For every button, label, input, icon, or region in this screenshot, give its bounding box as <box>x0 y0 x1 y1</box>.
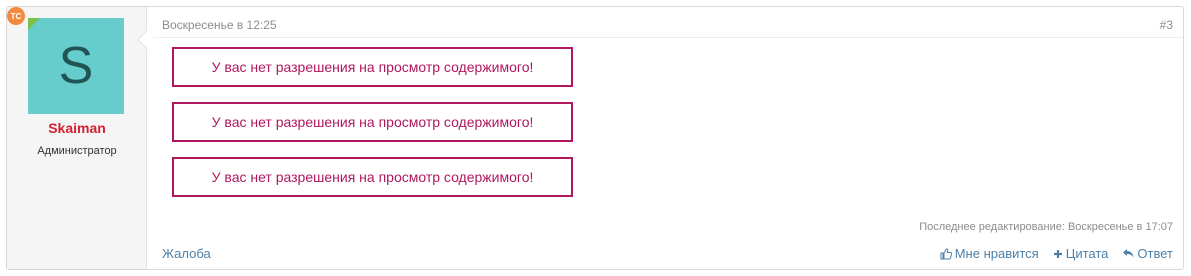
username-link[interactable]: Skaiman <box>7 120 147 136</box>
post-content: Воскресенье в 12:25 #3 У вас нет разреше… <box>148 7 1183 269</box>
post-permalink[interactable]: #3 <box>1160 18 1173 32</box>
avatar-letter: S <box>58 37 94 95</box>
plus-icon <box>1053 249 1063 259</box>
permission-notice: У вас нет разрешения на просмотр содержи… <box>172 157 573 197</box>
reply-label: Ответ <box>1137 246 1173 261</box>
forum-post: S Skaiman Администратор Воскресенье в 12… <box>6 6 1184 270</box>
permission-notice: У вас нет разрешения на просмотр содержи… <box>172 47 573 87</box>
avatar[interactable]: S <box>28 18 124 114</box>
thumbs-up-icon <box>940 247 952 260</box>
quote-button[interactable]: Цитата <box>1053 246 1109 261</box>
user-info-panel: S Skaiman Администратор <box>7 7 147 269</box>
report-link[interactable]: Жалоба <box>162 246 211 261</box>
post-date[interactable]: Воскресенье в 12:25 <box>162 18 277 32</box>
post-header: Воскресенье в 12:25 #3 <box>148 7 1183 38</box>
last-edited-note: Последнее редактирование: Воскресенье в … <box>919 221 1173 233</box>
reply-button[interactable]: Ответ <box>1122 246 1173 261</box>
post-footer: Жалоба Мне нравится Цитата Ответ <box>148 241 1183 269</box>
reply-arrow-icon <box>1122 248 1134 259</box>
like-button[interactable]: Мне нравится <box>940 246 1039 261</box>
post-actions: Мне нравится Цитата Ответ <box>940 246 1173 261</box>
permission-notice: У вас нет разрешения на просмотр содержи… <box>172 102 573 142</box>
restricted-notices: У вас нет разрешения на просмотр содержи… <box>172 47 573 212</box>
online-indicator <box>28 18 40 30</box>
quote-label: Цитата <box>1065 246 1109 261</box>
user-title: Администратор <box>37 145 117 157</box>
like-label: Мне нравится <box>954 246 1039 261</box>
tc-badge-icon: TC <box>7 7 25 25</box>
